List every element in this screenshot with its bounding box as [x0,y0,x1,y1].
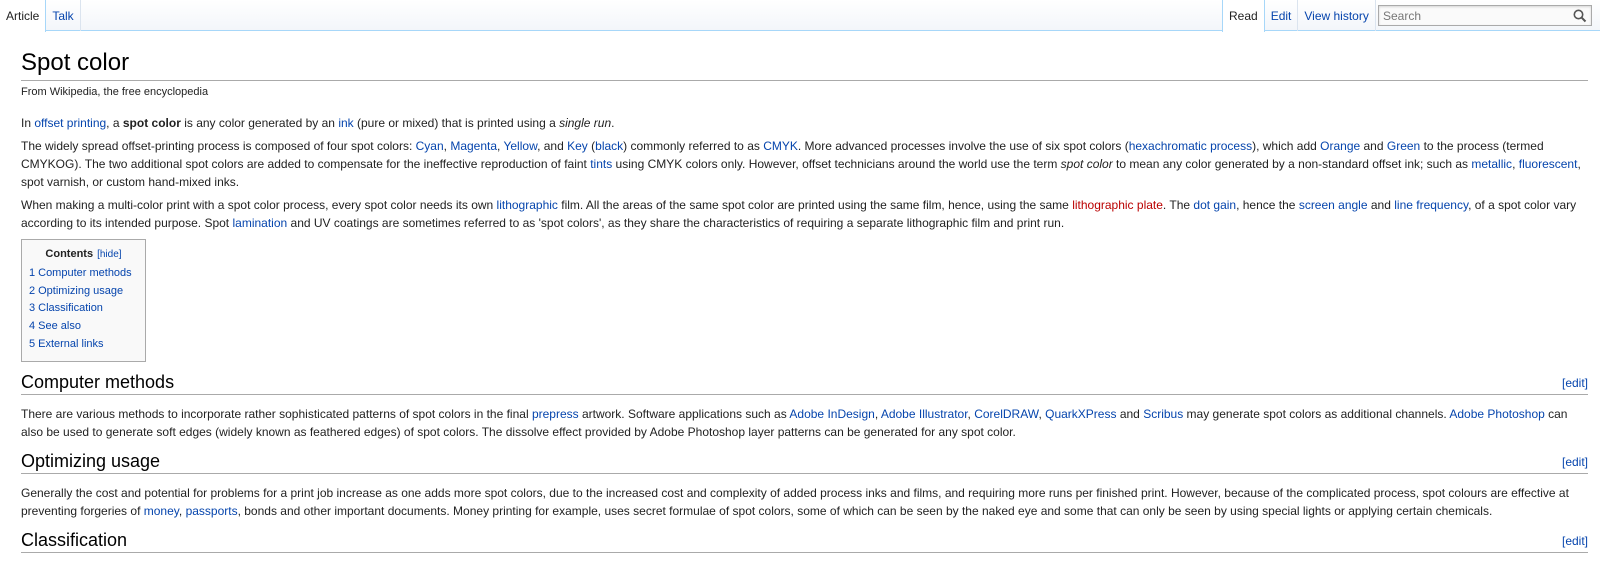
tab-edit[interactable]: Edit [1265,0,1299,31]
link-magenta[interactable]: Magenta [450,139,497,153]
link-black[interactable]: black [595,139,623,153]
namespace-tabs: Article Talk [0,0,81,32]
bold-term: spot color [122,116,181,130]
search-box [1378,5,1592,26]
link-green[interactable]: Green [1387,139,1420,153]
link-fluorescent[interactable]: fluorescent [1519,157,1578,171]
toc-item-see-also[interactable]: 4 See also [29,318,138,336]
heading-text: Optimizing usage [21,450,161,471]
table-of-contents: Contents [hide] 1 Computer methods 2 Optimi… [21,239,146,362]
link-yellow[interactable]: Yellow [503,139,537,153]
toc-title: Contents [45,248,94,260]
heading-text: Computer methods [21,371,175,392]
intro-paragraph-2: The widely spread offset-printing proces… [21,139,1581,189]
tab-read[interactable]: Read [1222,0,1265,32]
link-tints[interactable]: tints [590,157,612,171]
optimizing-usage-paragraph: Generally the cost and potential for pro… [21,485,1569,518]
link-lamination[interactable]: lamination [232,216,287,230]
computer-methods-paragraph: There are various methods to incorporate… [21,406,1568,439]
heading-optimizing-usage: Optimizing usage [edit] [21,449,1588,474]
edit-section-link[interactable]: [edit] [1562,372,1588,394]
intro-paragraph-1: In offset printing, a spot color is any … [21,116,615,130]
link-cmyk[interactable]: CMYK [763,139,798,153]
link-metallic[interactable]: metallic [1471,157,1512,171]
toc-item-optimizing-usage[interactable]: 2 Optimizing usage [29,283,138,301]
toc-item-computer-methods[interactable]: 1 Computer methods [29,265,138,283]
link-prepress[interactable]: prepress [532,407,579,421]
edit-section-link[interactable]: [edit] [1562,530,1588,552]
link-offset-printing[interactable]: offset printing [34,116,106,130]
magnifier-icon[interactable] [1572,8,1588,24]
heading-computer-methods: Computer methods [edit] [21,370,1588,395]
link-lithographic[interactable]: lithographic [497,198,558,212]
link-dot-gain[interactable]: dot gain [1193,198,1236,212]
link-orange[interactable]: Orange [1320,139,1360,153]
link-cyan[interactable]: Cyan [416,139,444,153]
link-key[interactable]: Key [567,139,588,153]
link-coreldraw[interactable]: CorelDRAW [974,407,1038,421]
site-subtitle: From Wikipedia, the free encyclopedia [21,86,209,98]
article-content: Spot color From Wikipedia, the free ency… [21,48,1588,553]
heading-text: Classification [21,529,128,550]
link-lithographic-plate[interactable]: lithographic plate [1072,198,1163,212]
tab-article[interactable]: Article [0,0,47,32]
link-quarkxpress[interactable]: QuarkXPress [1045,407,1116,421]
edit-section-link[interactable]: [edit] [1562,451,1588,473]
link-adobe-indesign[interactable]: Adobe InDesign [789,407,874,421]
link-ink[interactable]: ink [338,116,353,130]
link-hexachromatic-process[interactable]: hexachromatic process [1129,139,1252,153]
link-scribus[interactable]: Scribus [1143,407,1183,421]
link-passports[interactable]: passports [186,504,238,518]
link-adobe-illustrator[interactable]: Adobe Illustrator [881,407,968,421]
link-screen-angle[interactable]: screen angle [1299,198,1368,212]
page-title: Spot color [21,48,1588,81]
toc-hide-toggle[interactable]: [hide] [97,249,121,260]
toc-header: Contents [hide] [29,248,138,260]
tab-talk[interactable]: Talk [46,0,81,31]
toc-item-external-links[interactable]: 5 External links [29,336,138,354]
tab-view-history[interactable]: View history [1298,0,1376,31]
intro-paragraph-3: When making a multi-color print with a s… [21,198,1577,230]
toc-item-classification[interactable]: 3 Classification [29,300,138,318]
heading-classification: Classification [edit] [21,528,1588,553]
view-tabs: Read Edit View history [1222,0,1376,32]
top-tab-bar: Article Talk Read Edit View history [0,0,1600,32]
search-input[interactable] [1379,6,1564,25]
link-money[interactable]: money [144,504,179,518]
link-line-frequency[interactable]: line frequency [1394,198,1468,212]
link-adobe-photoshop[interactable]: Adobe Photoshop [1449,407,1544,421]
